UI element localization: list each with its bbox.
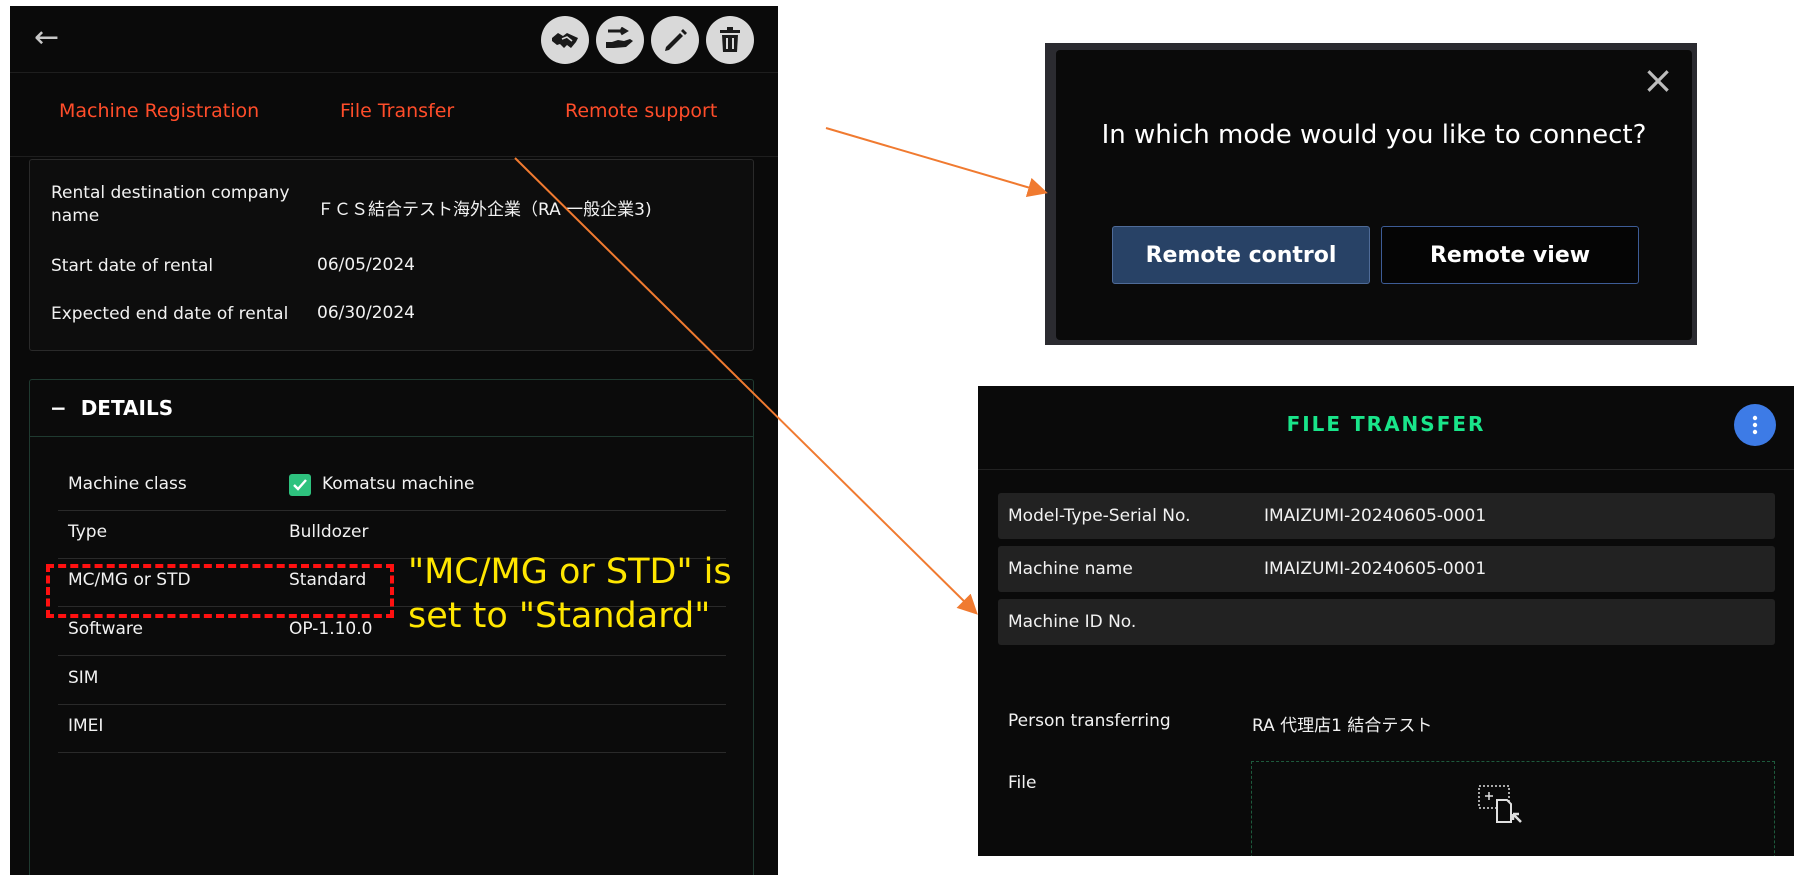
machine-id-label: Machine ID No. <box>1008 612 1137 632</box>
rental-info-card: Rental destination company name ＦＣＳ結合テスト… <box>29 159 754 351</box>
details-toggle[interactable]: − DETAILS <box>50 396 173 420</box>
dialog-question: In which mode would you like to connect? <box>1101 120 1647 150</box>
remote-view-button[interactable]: Remote view <box>1381 226 1639 284</box>
machine-name-value: IMAIZUMI-20240605-0001 <box>1264 559 1487 579</box>
arrow-to-remote-dialog <box>825 127 1048 198</box>
detail-row-machine-class: Machine class Komatsu machine <box>58 462 726 511</box>
machine-name-row: Machine name IMAIZUMI-20240605-0001 <box>998 546 1775 592</box>
remote-control-button[interactable]: Remote control <box>1112 226 1370 284</box>
sim-label: SIM <box>68 668 99 688</box>
collapse-icon: − <box>50 396 67 420</box>
model-serial-label: Model-Type-Serial No. <box>1008 506 1191 526</box>
checkmark-icon <box>293 479 307 491</box>
file-transfer-header: FILE TRANSFER <box>978 386 1794 470</box>
end-date-value: 06/30/2024 <box>317 303 415 323</box>
tab-remote-support[interactable]: Remote support <box>565 100 717 122</box>
trash-icon[interactable] <box>706 16 754 64</box>
details-title: DETAILS <box>80 396 174 420</box>
company-name-value: ＦＣＳ結合テスト海外企業（RA 一般企業3) <box>317 200 652 220</box>
imei-label: IMEI <box>68 716 104 736</box>
kebab-menu-icon[interactable] <box>1734 404 1776 446</box>
back-arrow-icon[interactable]: ← <box>34 18 59 58</box>
start-date-label: Start date of rental <box>51 256 214 276</box>
machine-class-label: Machine class <box>68 474 187 494</box>
tab-file-transfer[interactable]: File Transfer <box>340 100 454 122</box>
remote-mode-dialog: × In which mode would you like to connec… <box>1045 43 1697 345</box>
panel-header: ← <box>10 6 778 73</box>
komatsu-checkbox[interactable] <box>289 474 311 496</box>
annotation-text: "MC/MG or STD" is set to "Standard" <box>408 552 732 636</box>
detail-row-sim: SIM <box>58 656 726 705</box>
file-drop-icon <box>1478 785 1522 823</box>
model-serial-value: IMAIZUMI-20240605-0001 <box>1264 506 1487 526</box>
machine-id-row: Machine ID No. <box>998 599 1775 645</box>
highlight-box <box>46 564 394 618</box>
software-label: Software <box>68 619 143 639</box>
type-label: Type <box>68 522 108 542</box>
file-label: File <box>1008 773 1037 793</box>
type-value: Bulldozer <box>289 522 369 542</box>
file-transfer-title: FILE TRANSFER <box>1286 412 1486 436</box>
hand-transfer-icon[interactable] <box>596 16 644 64</box>
machine-class-value: Komatsu machine <box>322 474 475 494</box>
company-name-label: Rental destination company name <box>51 183 290 226</box>
handshake-icon[interactable] <box>541 16 589 64</box>
end-date-label: Expected end date of rental <box>51 304 289 324</box>
file-transfer-panel: FILE TRANSFER Model-Type-Serial No. IMAI… <box>978 386 1794 856</box>
start-date-value: 06/05/2024 <box>317 255 415 275</box>
panel-tabs: Machine Registration File Transfer Remot… <box>10 72 778 157</box>
person-transferring-value: RA 代理店1 結合テスト <box>1252 716 1433 736</box>
tab-machine-registration[interactable]: Machine Registration <box>59 100 259 122</box>
person-transferring-label: Person transferring <box>1008 711 1171 731</box>
model-serial-row: Model-Type-Serial No. IMAIZUMI-20240605-… <box>998 493 1775 539</box>
machine-detail-panel: ← Machine Registration File Transfer Rem… <box>10 6 778 875</box>
pencil-icon[interactable] <box>651 16 699 64</box>
detail-row-imei: IMEI <box>58 704 726 753</box>
details-header[interactable]: − DETAILS <box>30 380 753 437</box>
machine-name-label: Machine name <box>1008 559 1133 579</box>
dialog-body: × In which mode would you like to connec… <box>1056 50 1692 340</box>
close-icon[interactable]: × <box>1642 60 1674 100</box>
software-value: OP-1.10.0 <box>289 619 373 639</box>
file-dropzone[interactable] <box>1251 761 1775 856</box>
